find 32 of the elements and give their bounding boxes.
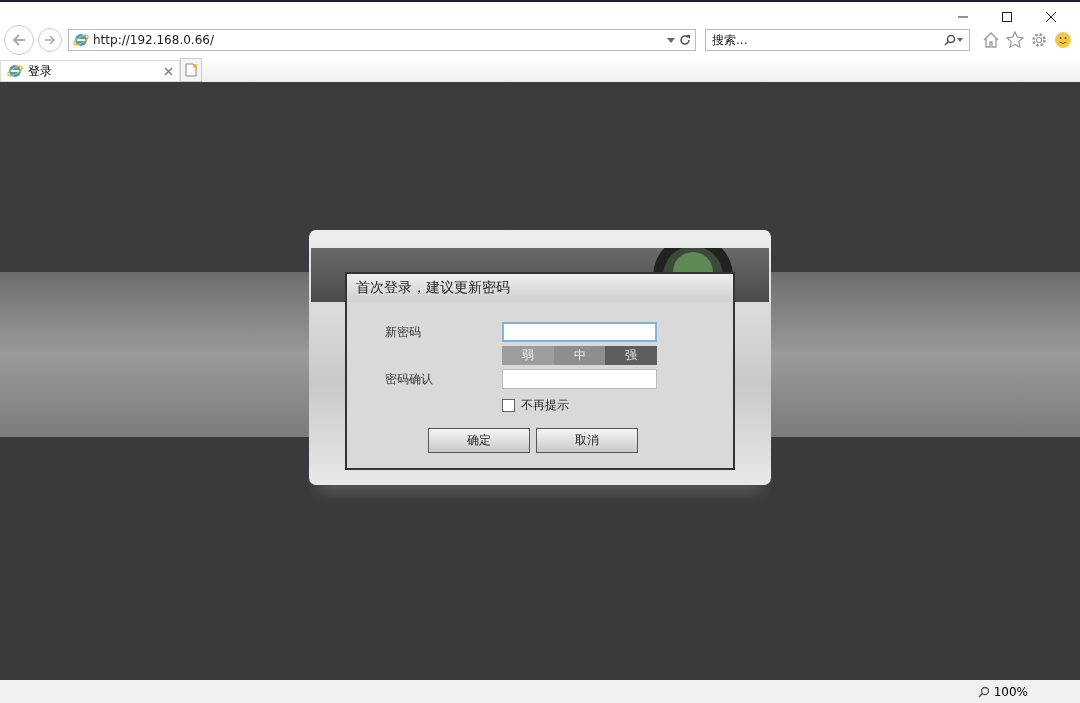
checkbox-label: 不再提示 xyxy=(521,397,569,414)
dialog-title: 首次登录，建议更新密码 xyxy=(347,274,733,302)
refresh-icon[interactable] xyxy=(679,34,691,46)
zoom-icon[interactable] xyxy=(977,685,990,698)
field-label: 新密码 xyxy=(385,323,422,341)
browser-logo-icon xyxy=(7,63,23,79)
settings-icon[interactable] xyxy=(1030,31,1048,49)
confirm-password-field[interactable] xyxy=(502,369,657,389)
right-arrow-icon xyxy=(44,34,56,46)
strength-segment: 中 xyxy=(553,346,606,365)
search-icon[interactable] xyxy=(944,34,964,46)
star-icon[interactable] xyxy=(1006,31,1024,49)
maximize-icon[interactable] xyxy=(1001,11,1013,23)
zoom-level[interactable]: 100% xyxy=(993,684,1028,699)
browser-logo-icon xyxy=(73,32,89,48)
close-icon[interactable] xyxy=(1045,11,1057,23)
left-arrow-icon xyxy=(11,32,27,48)
dialog-button[interactable]: 确定 xyxy=(428,428,530,453)
checkbox[interactable] xyxy=(502,399,515,412)
new-page-icon xyxy=(185,63,197,77)
dialog-button[interactable]: 取消 xyxy=(536,428,638,453)
address-bar[interactable]: http://192.168.0.66/ xyxy=(68,29,696,51)
field-label: 密码确认 xyxy=(385,370,434,388)
password-field[interactable] xyxy=(502,322,657,342)
back-button[interactable] xyxy=(4,25,34,55)
smiley-icon[interactable] xyxy=(1054,31,1072,49)
home-icon[interactable] xyxy=(982,31,1000,49)
strength-segment: 强 xyxy=(605,346,657,365)
browser-tab[interactable]: 登录 xyxy=(0,60,180,82)
dropdown-icon[interactable] xyxy=(667,37,675,43)
strength-segment: 弱 xyxy=(502,346,554,365)
search-field[interactable]: 搜索... xyxy=(705,29,970,51)
